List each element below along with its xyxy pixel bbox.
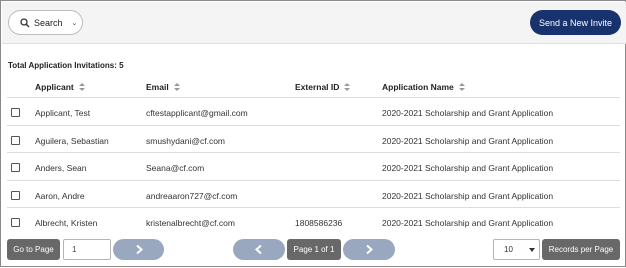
column-header-applicant[interactable]: Applicant — [35, 82, 85, 92]
row-checkbox[interactable] — [11, 135, 20, 145]
search-label: Search — [34, 17, 63, 28]
applicant-cell: Aguilera, Sebastian — [35, 135, 109, 146]
sort-icon — [78, 83, 85, 91]
row-checkbox[interactable] — [11, 163, 20, 172]
page-indicator: Page 1 of 1 — [287, 239, 341, 260]
pagination-bar: Go to Page 1 Page 1 of 1 10 Records per … — [1, 235, 626, 268]
row-checkbox[interactable] — [11, 190, 20, 200]
column-header-external-id[interactable]: External ID — [295, 82, 351, 92]
applicant-cell: Aaron, Andre — [35, 190, 85, 201]
table-row: Anders, Sean Seana@cf.com 2020-2021 Scho… — [7, 153, 620, 181]
table-header: Applicant Email External ID Application … — [7, 74, 620, 98]
chevron-right-icon — [366, 244, 374, 255]
chevron-left-icon — [254, 244, 262, 255]
next-page-arrow-button[interactable] — [113, 239, 164, 260]
invitations-table: Applicant Email External ID Application … — [7, 74, 620, 235]
total-invitations-label: Total Application Invitations: 5 — [8, 61, 124, 70]
table-row: Aguilera, Sebastian smushydani@cf.com 20… — [7, 126, 620, 153]
application-name-cell: 2020-2021 Scholarship and Grant Applicat… — [382, 108, 554, 118]
sort-icon — [173, 83, 180, 91]
row-checkbox[interactable] — [11, 108, 20, 117]
applicant-cell: Albrecht, Kristen — [35, 218, 98, 228]
records-per-page-button[interactable]: Records per Page — [542, 239, 620, 260]
application-name-cell: 2020-2021 Scholarship and Grant Applicat… — [382, 190, 554, 201]
applicant-cell: Anders, Sean — [35, 163, 87, 173]
next-page-button[interactable] — [343, 239, 395, 260]
search-button[interactable]: Search ⌄ — [8, 10, 83, 35]
go-to-page-button[interactable]: Go to Page — [7, 239, 60, 260]
column-header-application-name[interactable]: Application Name — [382, 82, 465, 92]
email-cell: kristenalbrecht@cf.com — [146, 218, 235, 228]
column-header-label: Application Name — [382, 82, 454, 92]
records-per-page-select[interactable]: 10 — [493, 239, 540, 260]
email-cell: smushydani@cf.com — [146, 135, 226, 146]
table-row: Albrecht, Kristen kristenalbrecht@cf.com… — [7, 208, 620, 235]
column-header-label: External ID — [295, 82, 340, 92]
toolbar: Search ⌄ Send a New Invite — [2, 2, 626, 44]
application-name-cell: 2020-2021 Scholarship and Grant Applicat… — [382, 135, 554, 146]
applicant-cell: Applicant, Test — [35, 108, 91, 118]
previous-page-button[interactable] — [233, 239, 285, 260]
records-per-page-value: 10 — [504, 245, 513, 254]
column-header-label: Email — [146, 82, 169, 92]
sort-icon — [458, 83, 465, 91]
application-name-cell: 2020-2021 Scholarship and Grant Applicat… — [382, 218, 554, 228]
row-checkbox[interactable] — [11, 218, 20, 227]
email-cell: cftestapplicant@gmail.com — [146, 108, 248, 118]
external-id-cell: 1808586236 — [295, 218, 343, 228]
send-new-invite-button[interactable]: Send a New Invite — [530, 10, 621, 35]
page-number-input[interactable]: 1 — [63, 239, 111, 260]
table-row: Applicant, Test cftestapplicant@gmail.co… — [7, 98, 620, 126]
application-name-cell: 2020-2021 Scholarship and Grant Applicat… — [382, 163, 554, 173]
email-cell: Seana@cf.com — [146, 163, 205, 173]
table-row: Aaron, Andre andreaaron727@cf.com 2020-2… — [7, 181, 620, 208]
email-cell: andreaaron727@cf.com — [146, 190, 238, 201]
dropdown-arrow-icon — [529, 248, 535, 252]
column-header-label: Applicant — [35, 82, 74, 92]
search-icon — [20, 17, 30, 27]
column-header-email[interactable]: Email — [146, 82, 180, 92]
chevron-down-icon: ⌄ — [71, 19, 78, 27]
chevron-right-icon — [135, 244, 143, 255]
sort-icon — [344, 83, 351, 91]
invitations-panel: Search ⌄ Send a New Invite Total Applica… — [0, 0, 626, 267]
